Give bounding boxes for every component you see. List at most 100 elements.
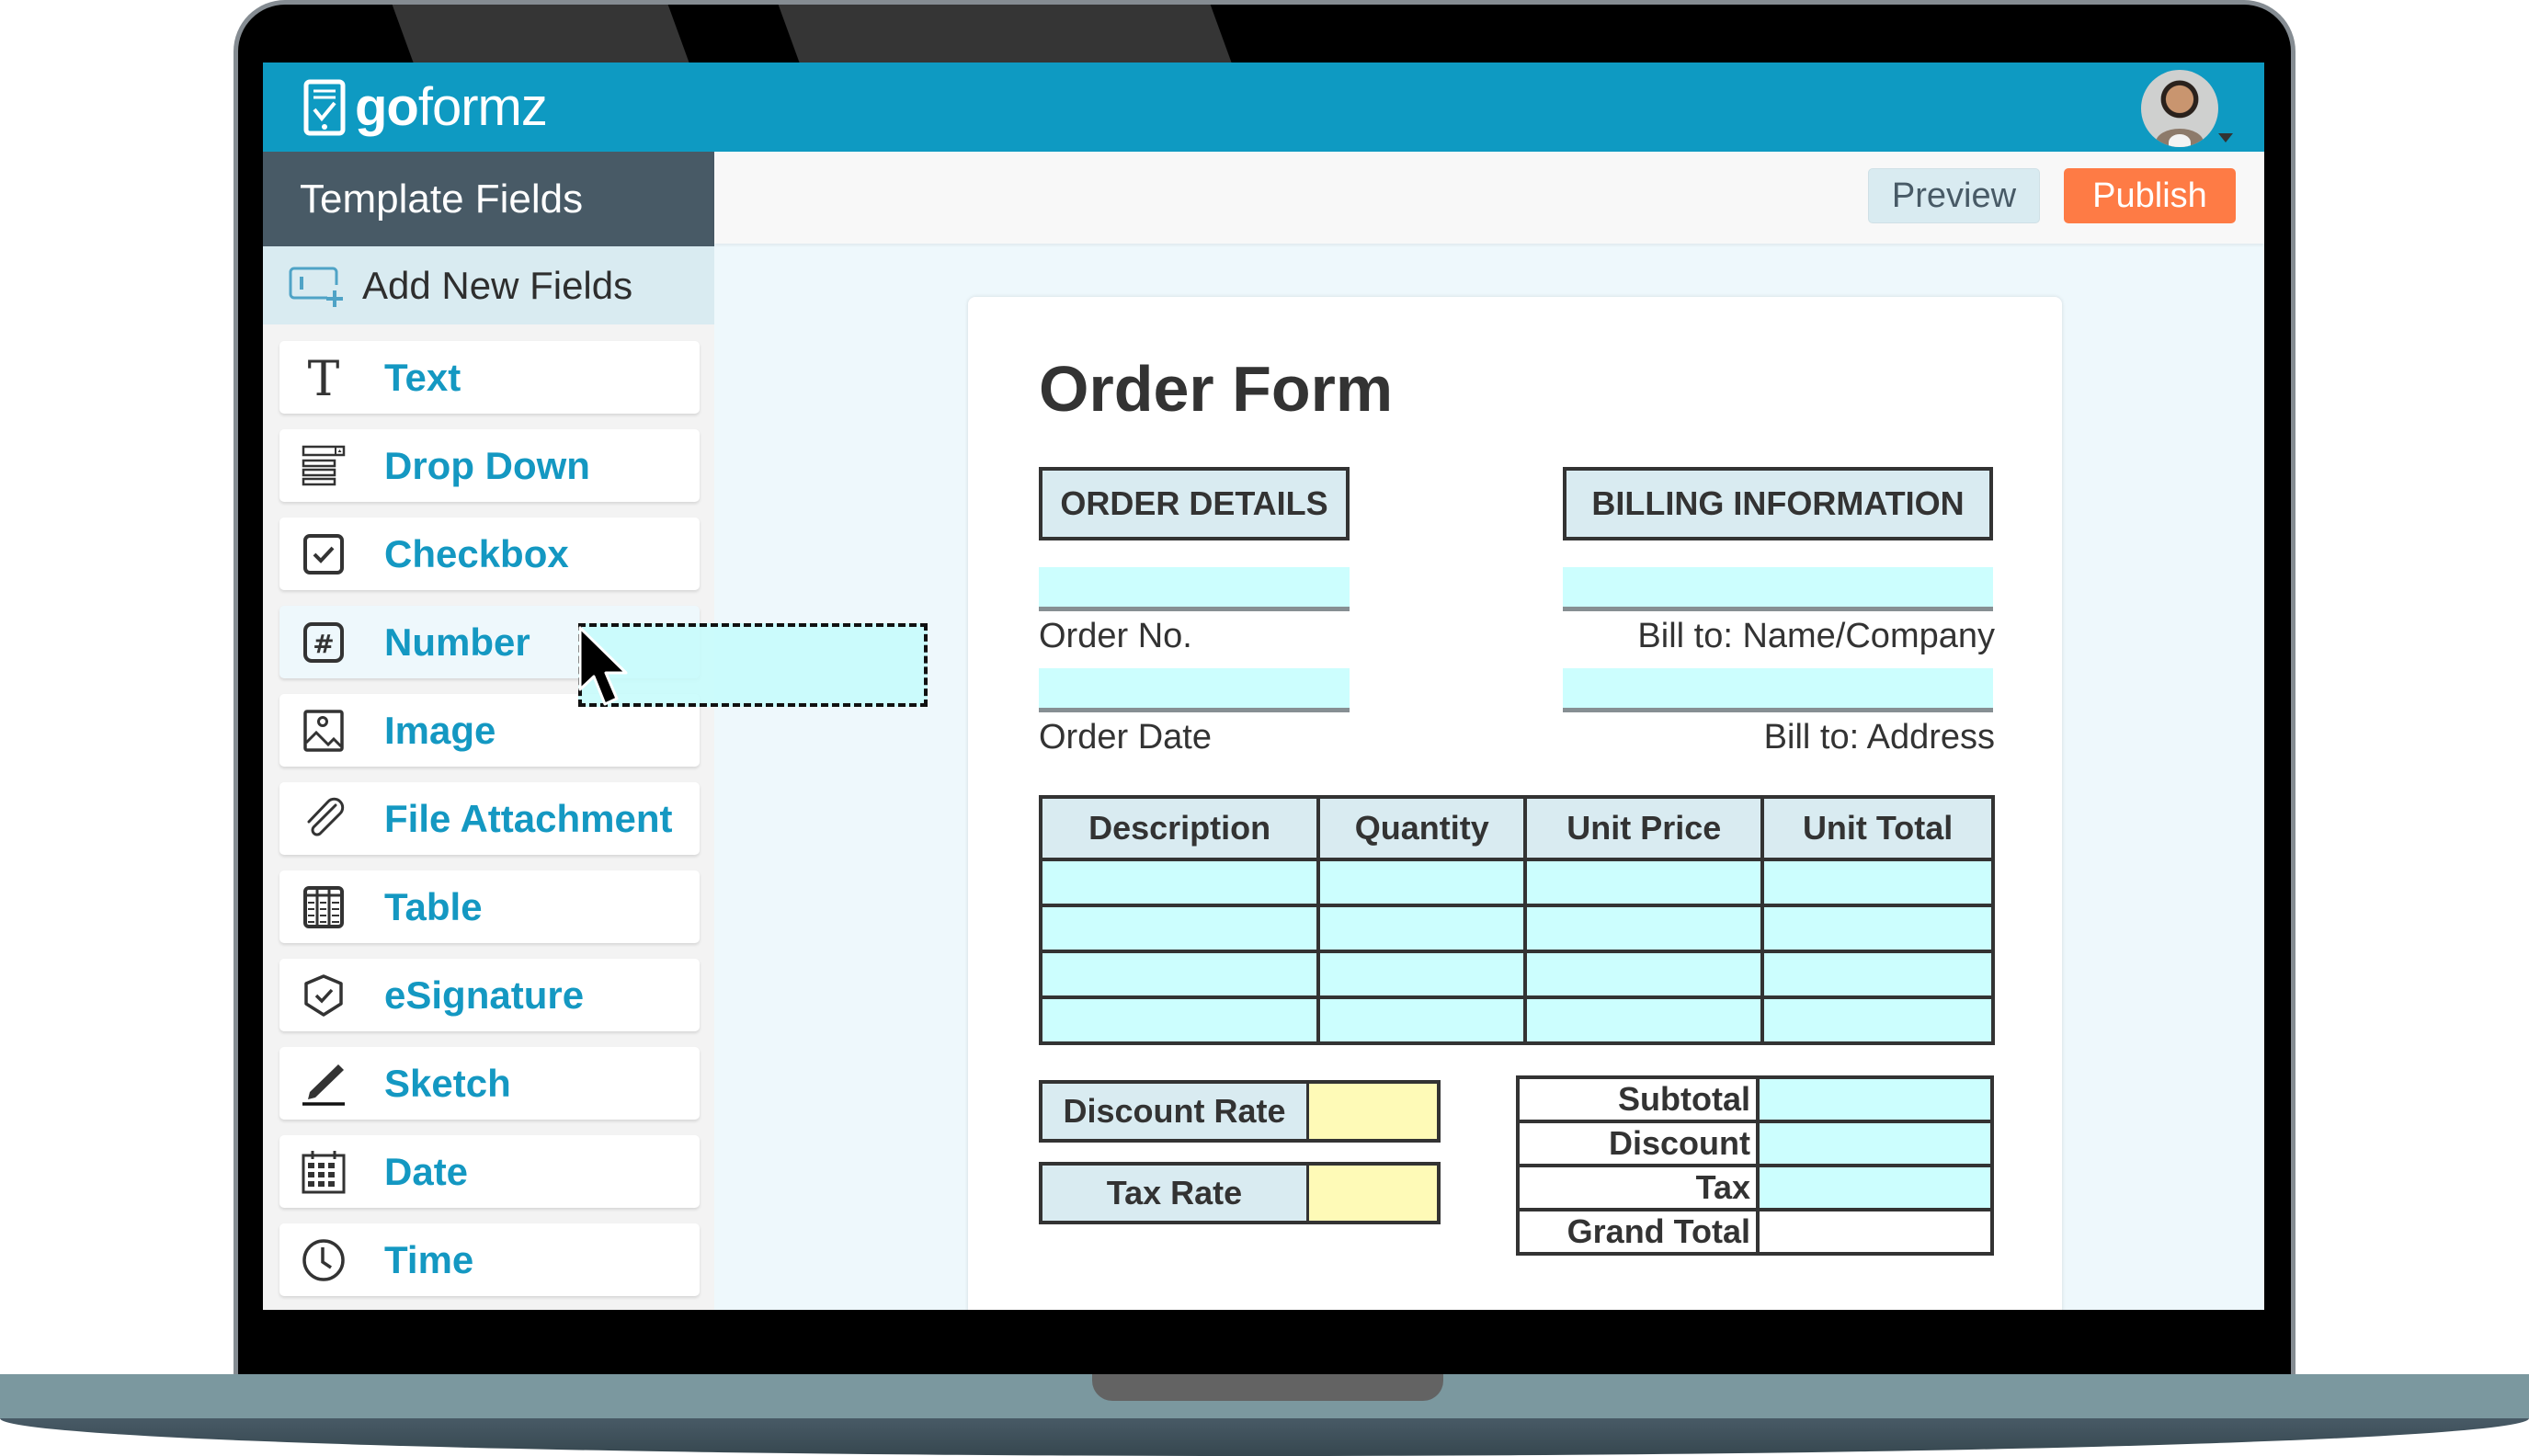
table-cell[interactable] (1316, 904, 1528, 953)
avatar-tee (2169, 134, 2191, 147)
totals-row: Subtotal (1516, 1075, 1994, 1123)
add-new-fields-label: Add New Fields (362, 263, 633, 307)
field-item-label: Text (384, 355, 461, 399)
calendar-icon (302, 1150, 346, 1193)
table-row (1038, 904, 1995, 953)
discount-rate-label: Discount Rate (1042, 1084, 1309, 1139)
tax-rate-label: Tax Rate (1042, 1166, 1309, 1221)
field-item-label: Sketch (384, 1061, 511, 1105)
order-date-field[interactable] (1039, 668, 1350, 712)
goformz-logo[interactable]: goformz (303, 77, 548, 137)
column-header: Quantity (1316, 795, 1528, 861)
checkbox-icon (303, 533, 344, 574)
column-header: Unit Price (1523, 795, 1765, 861)
shield-check-icon (304, 973, 343, 1017)
tablet-check-icon (303, 79, 346, 136)
order-no-label: Order No. (1039, 617, 1192, 655)
totals-row: Grand Total (1516, 1208, 1994, 1256)
sidebar: Template Fields Add New Fields T Text Dr… (263, 152, 714, 1310)
top-bar: goformz (263, 63, 2264, 152)
billing-information-header[interactable]: BILLING INFORMATION (1563, 467, 1993, 540)
discount-field[interactable] (1756, 1120, 1994, 1167)
table-row (1038, 950, 1995, 999)
column-header: Description (1038, 795, 1321, 861)
grand-total-label: Grand Total (1516, 1208, 1760, 1256)
screen-glare (392, 5, 691, 67)
svg-text:#: # (313, 629, 334, 659)
image-icon (303, 709, 344, 752)
avatar[interactable] (2141, 70, 2218, 147)
field-item-label: eSignature (384, 973, 585, 1017)
table-cell[interactable] (1760, 904, 1995, 953)
sidebar-title: Template Fields (263, 152, 714, 246)
preview-button[interactable]: Preview (1868, 168, 2040, 223)
field-item-checkbox[interactable]: Checkbox (279, 518, 700, 590)
laptop-base (0, 1374, 2529, 1456)
pencil-icon (302, 1064, 345, 1106)
tax-field[interactable] (1756, 1164, 1994, 1211)
table-row (1038, 995, 1995, 1045)
publish-button[interactable]: Publish (2064, 168, 2236, 223)
field-item-label: Time (384, 1237, 474, 1281)
table-cell[interactable] (1523, 995, 1765, 1045)
field-item-label: Image (384, 708, 496, 752)
base-bottom (0, 1418, 2529, 1456)
order-details-header[interactable]: ORDER DETAILS (1039, 467, 1350, 540)
table-cell[interactable] (1038, 950, 1321, 999)
field-item-text[interactable]: T Text (279, 341, 700, 414)
table-cell[interactable] (1760, 858, 1995, 907)
field-item-drop-down[interactable]: Drop Down (279, 429, 700, 502)
field-item-label: Drop Down (384, 443, 590, 487)
field-item-sketch[interactable]: Sketch (279, 1047, 700, 1120)
add-field-icon (289, 267, 343, 307)
grand-total-field[interactable] (1756, 1208, 1994, 1256)
totals-table: Subtotal Discount Tax Grand Total (1516, 1075, 1994, 1256)
subtotal-field[interactable] (1756, 1075, 1994, 1123)
field-item-date[interactable]: Date (279, 1135, 700, 1208)
brand-name: goformz (355, 77, 548, 137)
editor-toolbar: Preview Publish (714, 152, 2264, 244)
field-item-file-attachment[interactable]: File Attachment (279, 782, 700, 855)
screen-glare (778, 5, 1234, 67)
discount-label: Discount (1516, 1120, 1760, 1167)
table-cell[interactable] (1523, 950, 1765, 999)
table-cell[interactable] (1760, 950, 1995, 999)
bill-address-field[interactable] (1563, 668, 1993, 712)
bill-name-field[interactable] (1563, 567, 1993, 611)
subtotal-label: Subtotal (1516, 1075, 1760, 1123)
order-no-field[interactable] (1039, 567, 1350, 611)
field-item-label: Number (384, 620, 530, 664)
laptop-notch (1092, 1374, 1443, 1401)
field-item-label: File Attachment (384, 796, 673, 840)
line-items-table: Description Quantity Unit Price Unit Tot… (1038, 795, 1995, 1045)
table-cell[interactable] (1316, 858, 1528, 907)
svg-text:T: T (308, 355, 340, 401)
mouse-cursor-icon (578, 626, 628, 706)
order-date-label: Order Date (1039, 718, 1212, 756)
table-cell[interactable] (1523, 858, 1765, 907)
paperclip-icon (307, 797, 345, 836)
form-title: Order Form (1039, 353, 1394, 425)
field-item-table[interactable]: Table (279, 870, 700, 943)
tax-rate-field[interactable] (1309, 1166, 1437, 1221)
table-cell[interactable] (1523, 904, 1765, 953)
column-header: Unit Total (1760, 795, 1995, 861)
table-cell[interactable] (1316, 950, 1528, 999)
discount-rate-field[interactable] (1309, 1084, 1437, 1139)
table-cell[interactable] (1316, 995, 1528, 1045)
caret-down-icon[interactable] (2218, 133, 2233, 142)
table-cell[interactable] (1760, 995, 1995, 1045)
dropdown-icon (302, 445, 346, 485)
discount-rate-row: Discount Rate (1039, 1080, 1441, 1143)
bill-address-label: Bill to: Address (1763, 718, 1995, 756)
table-header-row: Description Quantity Unit Price Unit Tot… (1038, 795, 1995, 861)
bill-name-label: Bill to: Name/Company (1637, 617, 1995, 655)
totals-row: Tax (1516, 1164, 1994, 1211)
add-new-fields[interactable]: Add New Fields (263, 246, 714, 324)
table-cell[interactable] (1038, 904, 1321, 953)
table-cell[interactable] (1038, 858, 1321, 907)
field-item-time[interactable]: Time (279, 1223, 700, 1296)
table-cell[interactable] (1038, 995, 1321, 1045)
field-item-esignature[interactable]: eSignature (279, 959, 700, 1031)
form-canvas: Order Form ORDER DETAILS BILLING INFORMA… (968, 297, 2062, 1310)
